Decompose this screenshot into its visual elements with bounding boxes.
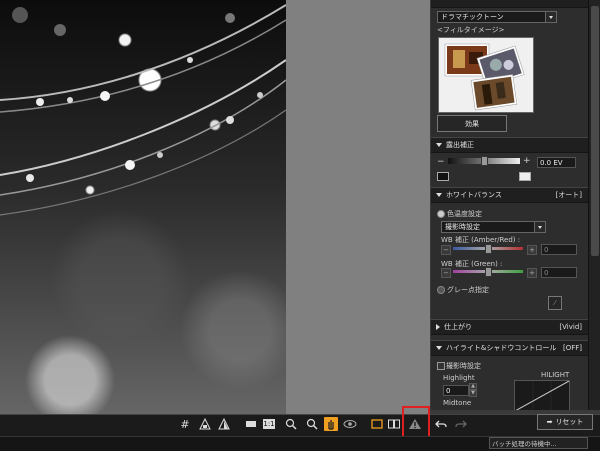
wb-green-minus-button[interactable]: − [441, 268, 451, 278]
highlight-warning-icon[interactable] [217, 417, 231, 431]
finishing-title: 仕上がり [444, 323, 472, 331]
panel-scrollbar[interactable] [588, 0, 600, 410]
exposure-plus-icon[interactable]: + [523, 156, 531, 166]
capture-setting-checkbox[interactable] [437, 362, 445, 370]
radio-temperature-label: 色温度設定 [447, 210, 482, 218]
wb-green-plus-button[interactable]: + [527, 268, 537, 278]
zoom-100-button[interactable]: 1:1 [263, 419, 275, 429]
radio-gray-point[interactable] [437, 286, 445, 294]
chevron-down-icon [534, 222, 545, 232]
curve-label: HILIGHT [541, 371, 570, 379]
radio-gray-point-label: グレー点指定 [447, 286, 489, 294]
warning-highlight-box [402, 406, 430, 439]
highlight-shadow-title: ハイライト&シャドウコントロール [446, 344, 557, 352]
redo-icon[interactable] [454, 417, 468, 431]
wb-green-handle[interactable] [485, 267, 492, 277]
chevron-down-icon [545, 12, 556, 22]
wb-amber-red-label: WB 補正 (Amber/Red) : [441, 236, 521, 244]
single-view-icon[interactable] [370, 417, 384, 431]
wb-amber-red-minus-button[interactable]: − [441, 245, 451, 255]
tone-curve-line [515, 380, 570, 410]
wb-amber-red-plus-button[interactable]: + [527, 245, 537, 255]
reset-button[interactable]: ➡ リセット [537, 414, 593, 430]
filter-dropdown-value: ドラマチックトーン [441, 13, 504, 21]
exposure-minus-icon[interactable]: − [437, 157, 445, 167]
wb-preset-value: 撮影時設定 [445, 223, 480, 231]
reset-button-label: リセット [555, 418, 584, 426]
grid-icon[interactable]: # [178, 417, 192, 431]
filter-dropdown[interactable]: ドラマチックトーン [437, 11, 557, 23]
highlight-value-field[interactable]: 0 [443, 385, 469, 396]
eye-preview-icon[interactable] [343, 417, 357, 431]
effect-button[interactable]: 効果 [437, 115, 507, 132]
collapse-arrow-icon [436, 346, 442, 350]
gray-point-picker-button[interactable]: ⁄ [548, 296, 562, 310]
scrollbar-thumb[interactable] [591, 6, 599, 256]
filter-sample-photos [444, 43, 525, 111]
photo-preview[interactable] [0, 0, 286, 414]
radio-temperature[interactable] [437, 210, 445, 218]
section-header-picture-control[interactable] [431, 0, 588, 8]
exposure-value-field[interactable]: 0.0 EV [537, 157, 576, 168]
tone-curve-graph[interactable] [514, 380, 570, 410]
hand-tool-icon[interactable] [324, 417, 338, 431]
highlight-label: Highlight [443, 374, 475, 382]
water-drop-strands [0, 4, 286, 216]
canvas-background [286, 0, 430, 414]
finishing-badge: [Vivid] [559, 323, 582, 331]
fit-screen-icon[interactable] [244, 417, 258, 431]
compare-view-icon[interactable] [387, 417, 401, 431]
section-header-exposure[interactable]: 露出補正 [431, 137, 588, 153]
exposure-slider-handle[interactable] [481, 156, 488, 166]
undo-icon[interactable] [434, 417, 448, 431]
section-header-highlight-shadow[interactable]: ハイライト&シャドウコントロール [OFF] [431, 340, 588, 356]
shadow-clip-icon[interactable] [437, 172, 449, 181]
wb-amber-red-value[interactable]: 0 [541, 244, 577, 255]
reset-arrow-icon: ➡ [546, 418, 553, 426]
expand-arrow-icon [436, 324, 440, 330]
white-balance-title: ホワイトバランス [446, 191, 502, 199]
highlight-shadow-badge: [OFF] [562, 344, 582, 352]
midtone-label: Midtone [443, 399, 472, 407]
wb-preset-dropdown[interactable]: 撮影時設定 [441, 221, 546, 233]
white-balance-badge: [オート] [555, 191, 582, 199]
shadow-warning-icon[interactable] [198, 417, 212, 431]
collapse-arrow-icon [436, 143, 442, 147]
filter-image-label: <フィルタイメージ> [437, 26, 505, 34]
filter-preview-image [438, 37, 534, 113]
wb-green-value[interactable]: 0 [541, 267, 577, 278]
highlight-clip-icon[interactable] [519, 172, 531, 181]
wb-amber-red-handle[interactable] [485, 244, 492, 254]
highlight-spin-down[interactable]: ▼ [469, 390, 477, 397]
collapse-arrow-icon [436, 193, 442, 197]
exposure-title: 露出補正 [446, 141, 474, 149]
capture-setting-label: 撮影時設定 [446, 362, 481, 370]
status-message: バッチ処理の待機中... [489, 437, 588, 449]
section-header-finishing[interactable]: 仕上がり [Vivid] [431, 319, 588, 335]
highlight-spin-up[interactable]: ▲ [469, 383, 477, 390]
zoom-in-icon[interactable] [284, 417, 298, 431]
section-header-white-balance[interactable]: ホワイトバランス [オート] [431, 187, 588, 203]
zoom-out-icon[interactable] [305, 417, 319, 431]
bottom-toolbar [0, 414, 600, 437]
